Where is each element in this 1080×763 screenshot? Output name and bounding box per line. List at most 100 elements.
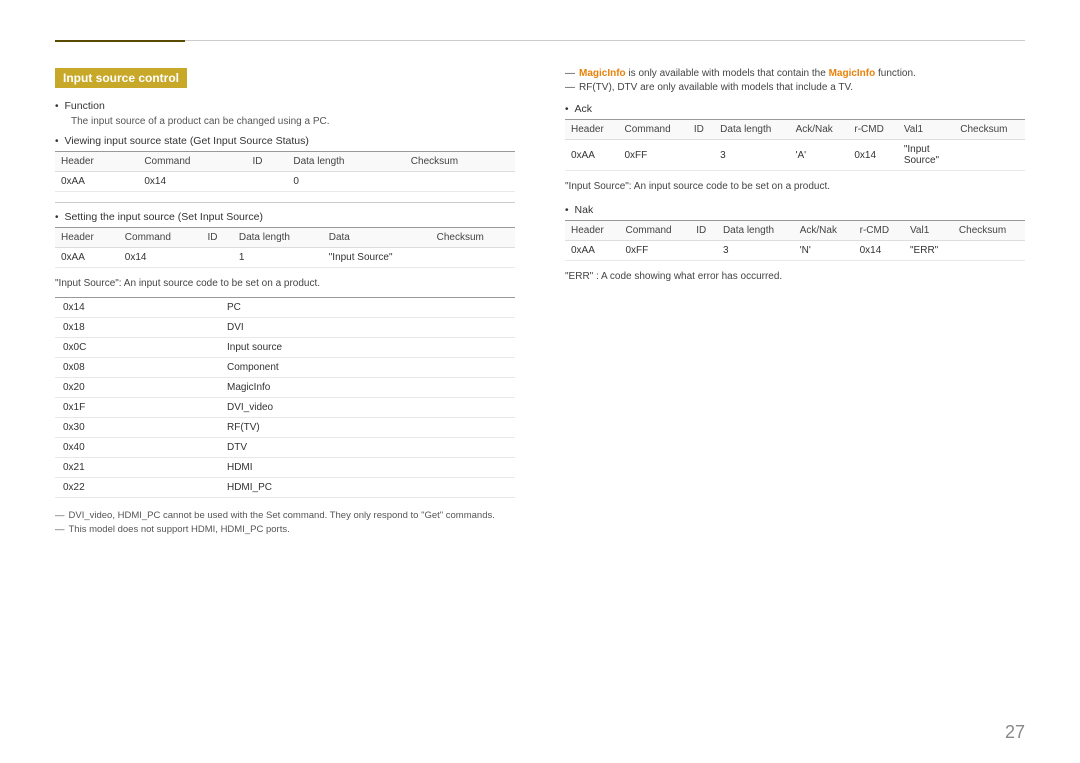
nak-col-rcmd: r-CMD [854, 221, 904, 241]
nak-col-command: Command [619, 221, 690, 241]
divider [55, 202, 515, 203]
source-row: 0x08 Component [55, 358, 515, 378]
source-row: 0x40 DTV [55, 438, 515, 458]
cell [202, 248, 233, 268]
footnote-area: ― DVI_video, HDMI_PC cannot be used with… [55, 510, 515, 535]
nak-bullet-dot: • [565, 205, 569, 216]
setting-table: Header Command ID Data length Data Check… [55, 227, 515, 268]
source-name: HDMI_PC [219, 478, 515, 498]
source-row: 0x1F DVI_video [55, 398, 515, 418]
ack-col-datalength: Data length [714, 120, 789, 140]
section-title: Input source control [55, 68, 187, 88]
cell: 'N' [794, 241, 854, 261]
ack-col-id: ID [688, 120, 714, 140]
setting-col-datalength: Data length [233, 228, 323, 248]
cell: 0 [287, 172, 404, 192]
source-name: Component [219, 358, 515, 378]
nak-table: Header Command ID Data length Ack/Nak r-… [565, 220, 1025, 261]
nak-col-id: ID [690, 221, 717, 241]
cell: 'A' [790, 140, 849, 171]
ack-col-acknak: Ack/Nak [790, 120, 849, 140]
setting-label: Setting the input source (Set Input Sour… [65, 211, 263, 223]
function-desc: The input source of a product can be cha… [71, 116, 515, 127]
footnote-dash-2: ― [55, 524, 65, 535]
ack-col-checksum: Checksum [954, 120, 1025, 140]
setting-col-header: Header [55, 228, 119, 248]
source-name: DTV [219, 438, 515, 458]
bullet-dot-2: • [55, 136, 59, 147]
source-row: 0x18 DVI [55, 318, 515, 338]
cell: 0xFF [619, 241, 690, 261]
cell: 0xAA [565, 241, 619, 261]
top-line-accent [55, 40, 185, 42]
table-row: 0xAA 0x14 0 [55, 172, 515, 192]
top-line [55, 40, 1025, 41]
nak-note: "ERR" : A code showing what error has oc… [565, 271, 1025, 282]
page-number: 27 [1005, 722, 1025, 743]
magicinfo-label-2: MagicInfo [829, 68, 876, 79]
source-code: 0x20 [55, 378, 219, 398]
magicinfo-label: MagicInfo [579, 68, 626, 79]
cell: 0x14 [848, 140, 897, 171]
right-note-text: MagicInfo is only available with models … [579, 68, 916, 79]
source-name: HDMI [219, 458, 515, 478]
cell: "InputSource" [898, 140, 954, 171]
right-column: ― MagicInfo is only available with model… [555, 68, 1025, 538]
footnote-dash: ― [55, 510, 65, 521]
cell: 0x14 [119, 248, 202, 268]
viewing-col-header: Header [55, 152, 138, 172]
footnote-1: ― DVI_video, HDMI_PC cannot be used with… [55, 510, 515, 521]
source-row: 0x21 HDMI [55, 458, 515, 478]
right-note-text-2: RF(TV), DTV are only available with mode… [579, 82, 853, 93]
right-note-dash: ― [565, 68, 575, 79]
nak-col-val1: Val1 [904, 221, 953, 241]
cell: 3 [717, 241, 794, 261]
ack-col-command: Command [619, 120, 688, 140]
setting-col-command: Command [119, 228, 202, 248]
cell: 0x14 [854, 241, 904, 261]
nak-col-datalength: Data length [717, 221, 794, 241]
right-note-2: ― RF(TV), DTV are only available with mo… [565, 82, 1025, 93]
input-source-note: "Input Source": An input source code to … [55, 278, 515, 289]
footnote-text-2: This model does not support HDMI, HDMI_P… [69, 524, 290, 535]
viewing-col-checksum: Checksum [405, 152, 515, 172]
source-name: Input source [219, 338, 515, 358]
cell: "ERR" [904, 241, 953, 261]
right-note-dash-2: ― [565, 82, 575, 93]
page: Input source control • Function The inpu… [0, 0, 1080, 763]
ack-col-rcmd: r-CMD [848, 120, 897, 140]
source-code: 0x21 [55, 458, 219, 478]
table-row: 0xAA 0xFF 3 'N' 0x14 "ERR" [565, 241, 1025, 261]
viewing-col-command: Command [138, 152, 246, 172]
cell: 0xAA [55, 172, 138, 192]
cell: 0xFF [619, 140, 688, 171]
nak-col-checksum: Checksum [953, 221, 1025, 241]
nak-label: Nak [575, 204, 594, 216]
source-code: 0x22 [55, 478, 219, 498]
source-row: 0x14 PC [55, 298, 515, 318]
cell [954, 140, 1025, 171]
nak-bullet: • Nak [565, 204, 1025, 216]
source-code: 0x14 [55, 298, 219, 318]
cell [246, 172, 287, 192]
viewing-label: Viewing input source state (Get Input So… [65, 135, 309, 147]
ack-bullet-dot: • [565, 104, 569, 115]
source-code: 0x30 [55, 418, 219, 438]
cell [431, 248, 515, 268]
source-row: 0x30 RF(TV) [55, 418, 515, 438]
nak-col-header: Header [565, 221, 619, 241]
source-row: 0x0C Input source [55, 338, 515, 358]
source-name: DVI_video [219, 398, 515, 418]
table-row: 0xAA 0x14 1 "Input Source" [55, 248, 515, 268]
source-name: PC [219, 298, 515, 318]
cell [953, 241, 1025, 261]
cell: 0xAA [55, 248, 119, 268]
cell [690, 241, 717, 261]
viewing-col-id: ID [246, 152, 287, 172]
cell: 3 [714, 140, 789, 171]
source-code: 0x18 [55, 318, 219, 338]
ack-col-val1: Val1 [898, 120, 954, 140]
source-code: 0x1F [55, 398, 219, 418]
source-name: MagicInfo [219, 378, 515, 398]
source-code: 0x0C [55, 338, 219, 358]
